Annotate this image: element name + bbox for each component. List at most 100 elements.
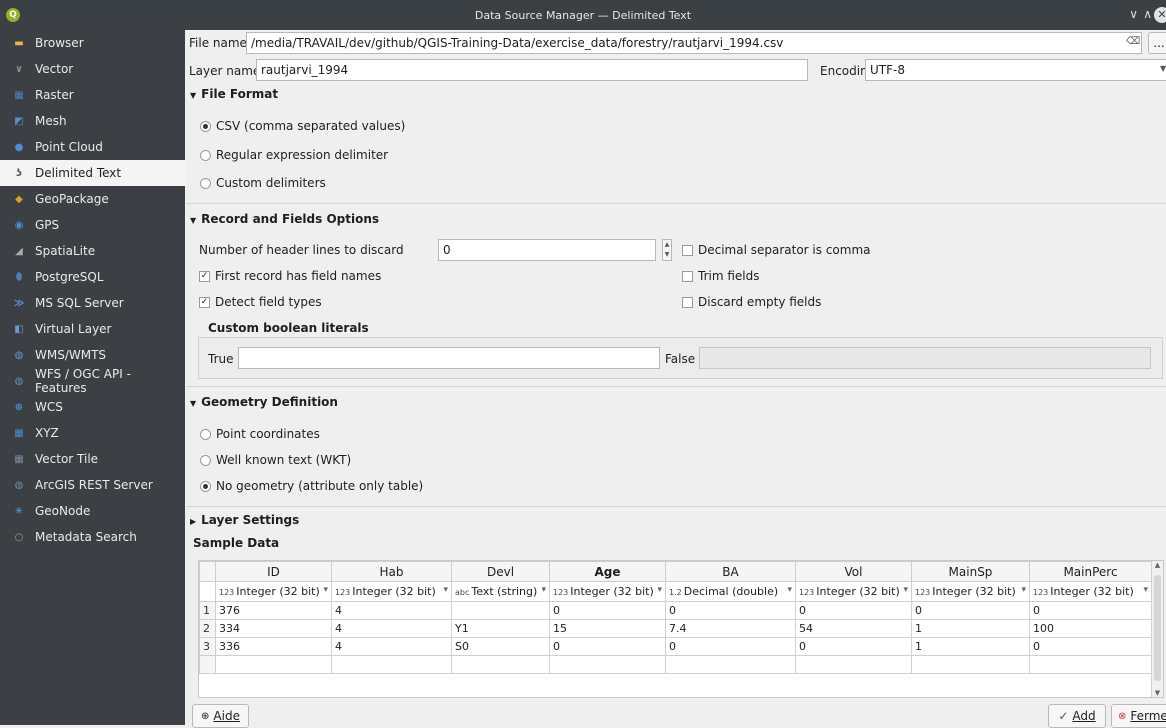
radio-button[interactable]: [200, 454, 211, 466]
maximize-icon[interactable]: ∧: [1143, 7, 1152, 21]
column-header[interactable]: Age: [549, 561, 666, 582]
table-cell[interactable]: 4: [331, 601, 452, 620]
csv-radio[interactable]: CSV (comma separated values): [200, 119, 405, 133]
column-header[interactable]: Hab: [331, 561, 452, 582]
checkbox[interactable]: [682, 244, 693, 256]
column-header[interactable]: Devl: [451, 561, 550, 582]
table-scrollbar[interactable]: ▲ ▼: [1151, 561, 1163, 697]
scrollbar-thumb[interactable]: [1154, 575, 1161, 681]
geometry-header[interactable]: ▼ Geometry Definition: [190, 395, 338, 409]
sidebar-item-point-cloud[interactable]: ● Point Cloud: [0, 134, 185, 160]
sidebar-item-metadata-search[interactable]: ○ Metadata Search: [0, 524, 185, 550]
table-cell[interactable]: 54: [795, 619, 912, 638]
trim-fields-checkbox[interactable]: Trim fields: [682, 269, 759, 283]
checkbox-checked-icon[interactable]: ✓: [199, 270, 210, 282]
field-type-select[interactable]: 123 Integer (32 bit) ▾: [331, 581, 452, 602]
sidebar-item-xyz[interactable]: ▦ XYZ: [0, 420, 185, 446]
first-record-checkbox[interactable]: ✓ First record has field names: [199, 269, 381, 283]
detect-types-checkbox[interactable]: ✓ Detect field types: [199, 295, 322, 309]
no-geometry-radio[interactable]: No geometry (attribute only table): [200, 479, 423, 493]
sidebar-item-gps[interactable]: ◉ GPS: [0, 212, 185, 238]
wkt-radio[interactable]: Well known text (WKT): [200, 453, 351, 467]
table-cell[interactable]: 1: [911, 637, 1030, 656]
table-cell[interactable]: 0: [549, 601, 666, 620]
regex-radio[interactable]: Regular expression delimiter: [200, 148, 388, 162]
sidebar-item-mesh[interactable]: ◩ Mesh: [0, 108, 185, 134]
sidebar-item-browser[interactable]: ▬ Browser: [0, 30, 185, 56]
layer-settings-header[interactable]: ▶ Layer Settings: [190, 513, 299, 527]
sidebar-item-wms-wmts[interactable]: ◍ WMS/WMTS: [0, 342, 185, 368]
column-header[interactable]: Vol: [795, 561, 912, 582]
table-cell[interactable]: 0: [665, 601, 796, 620]
sidebar-item-geopackage[interactable]: ◆ GeoPackage: [0, 186, 185, 212]
field-type-select[interactable]: abc Text (string) ▾: [451, 581, 550, 602]
sidebar-item-postgresql[interactable]: ⬮ PostgreSQL: [0, 264, 185, 290]
checkbox[interactable]: [682, 296, 693, 308]
field-type-select[interactable]: 123 Integer (32 bit) ▾: [1029, 581, 1152, 602]
scroll-up-icon[interactable]: ▲: [1152, 561, 1163, 569]
layer-name-input[interactable]: rautjarvi_1994: [256, 59, 808, 81]
table-cell[interactable]: 334: [215, 619, 332, 638]
table-cell[interactable]: 0: [549, 637, 666, 656]
sidebar-item-vector-tile[interactable]: ▦ Vector Tile: [0, 446, 185, 472]
encoding-select[interactable]: UTF-8: [865, 59, 1166, 81]
field-type-select[interactable]: 123 Integer (32 bit) ▾: [549, 581, 666, 602]
browse-button[interactable]: ...: [1148, 32, 1166, 54]
close-button[interactable]: ⊗Fermer: [1111, 704, 1166, 728]
radio-button[interactable]: [200, 120, 211, 132]
clear-field-icon[interactable]: ⌫: [1126, 36, 1140, 47]
table-cell[interactable]: 0: [1029, 601, 1152, 620]
table-cell[interactable]: 4: [331, 637, 452, 656]
file-name-input[interactable]: /media/TRAVAIL/dev/github/QGIS-Training-…: [246, 32, 1142, 54]
sidebar-item-spatialite[interactable]: ◢ SpatiaLite: [0, 238, 185, 264]
sidebar-item-virtual-layer[interactable]: ◧ Virtual Layer: [0, 316, 185, 342]
sample-data-table[interactable]: ID Hab Devl Age BA Vol MainSp MainPerc 123 Integ…: [198, 560, 1164, 698]
table-cell[interactable]: [451, 601, 550, 620]
column-header[interactable]: MainPerc: [1029, 561, 1152, 582]
table-cell[interactable]: 0: [795, 637, 912, 656]
checkbox-checked-icon[interactable]: ✓: [199, 296, 210, 308]
table-cell[interactable]: 0: [911, 601, 1030, 620]
table-cell[interactable]: Y1: [451, 619, 550, 638]
radio-button[interactable]: [200, 480, 211, 492]
column-header[interactable]: BA: [665, 561, 796, 582]
custom-delimiters-radio[interactable]: Custom delimiters: [200, 176, 326, 190]
sidebar-item-delimited-text[interactable]: ʖ Delimited Text: [0, 160, 185, 186]
table-cell[interactable]: 0: [1029, 637, 1152, 656]
radio-button[interactable]: [200, 177, 211, 189]
help-button[interactable]: ⊕ Aide: [192, 704, 249, 728]
table-cell[interactable]: 15: [549, 619, 666, 638]
table-cell[interactable]: 0: [665, 637, 796, 656]
column-header[interactable]: ID: [215, 561, 332, 582]
checkbox[interactable]: [682, 270, 693, 282]
false-input[interactable]: [699, 347, 1151, 369]
table-row[interactable]: 1 376 4 0 0 0 0 0: [199, 601, 1152, 620]
close-window-icon[interactable]: ✕: [1154, 7, 1166, 23]
decimal-comma-checkbox[interactable]: Decimal separator is comma: [682, 243, 871, 257]
table-cell[interactable]: 0: [795, 601, 912, 620]
table-cell[interactable]: 4: [331, 619, 452, 638]
table-cell[interactable]: 376: [215, 601, 332, 620]
table-cell[interactable]: 100: [1029, 619, 1152, 638]
minimize-icon[interactable]: ∨: [1129, 7, 1138, 21]
header-lines-spinbox[interactable]: 0: [438, 239, 656, 261]
table-cell[interactable]: 336: [215, 637, 332, 656]
table-cell[interactable]: 7.4: [665, 619, 796, 638]
table-row[interactable]: 3 336 4 S0 0 0 0 1 0: [199, 637, 1152, 656]
table-row[interactable]: 2 334 4 Y1 15 7.4 54 1 100: [199, 619, 1152, 638]
discard-empty-checkbox[interactable]: Discard empty fields: [682, 295, 821, 309]
radio-button[interactable]: [200, 149, 211, 161]
point-coordinates-radio[interactable]: Point coordinates: [200, 427, 320, 441]
field-type-select[interactable]: 1.2 Decimal (double) ▾: [665, 581, 796, 602]
sidebar-item-geonode[interactable]: ✳ GeoNode: [0, 498, 185, 524]
sidebar-item-raster[interactable]: ▦ Raster: [0, 82, 185, 108]
field-type-select[interactable]: 123 Integer (32 bit) ▾: [795, 581, 912, 602]
true-input[interactable]: [238, 347, 660, 369]
sidebar-item-ms-sql-server[interactable]: ≫ MS SQL Server: [0, 290, 185, 316]
sidebar-item-wcs[interactable]: ⊕ WCS: [0, 394, 185, 420]
table-cell[interactable]: 1: [911, 619, 1030, 638]
add-button[interactable]: ✓ Add: [1048, 704, 1106, 728]
field-type-select[interactable]: 123 Integer (32 bit) ▾: [215, 581, 332, 602]
scroll-down-icon[interactable]: ▼: [1152, 689, 1163, 697]
radio-button[interactable]: [200, 428, 211, 440]
